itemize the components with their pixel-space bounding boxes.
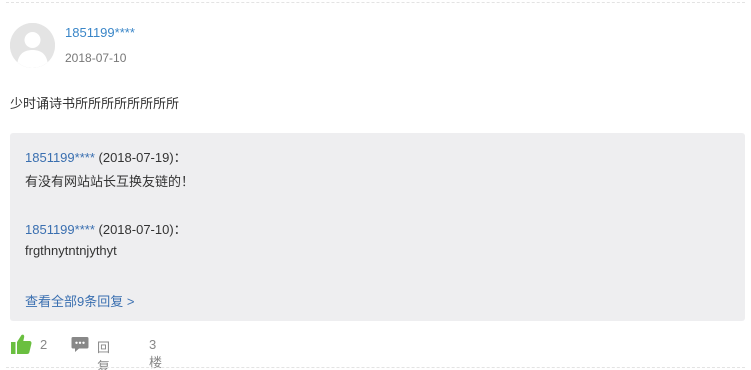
comment-card: 1851199**** 2018-07-10 少时诵诗书所所所所所所所所 185… [0,0,751,370]
comment-date: 2018-07-10 [65,51,127,65]
reply-date: (2018-07-19)： [98,150,187,165]
default-avatar-icon [10,23,55,68]
avatar[interactable] [10,23,55,68]
reply-header: 1851199**** (2018-07-10)： [25,219,187,238]
floor-number: 3楼 [149,337,163,370]
reply-text: frgthnytntnjythyt [25,243,117,258]
reply-username[interactable]: 1851199**** [25,150,95,165]
divider-top [6,2,745,3]
reply-header: 1851199**** (2018-07-19)： [25,147,187,166]
comment-bubble-icon [71,337,89,352]
reply-date: (2018-07-10)： [98,222,187,237]
thumbs-up-icon [11,334,32,354]
reply-box: 1851199**** (2018-07-19)： 有没有网站站长互换友链的！ … [10,133,745,321]
divider-bottom [6,367,745,368]
comment-username[interactable]: 1851199**** [65,25,135,40]
like-count: 2 [40,337,48,352]
comment-text: 少时诵诗书所所所所所所所所 [10,96,180,111]
reply-text: 有没有网站站长互换友链的！ [25,174,195,189]
reply-label[interactable]: 回复 [97,337,110,370]
reply-button[interactable] [71,336,89,356]
like-button[interactable] [10,333,32,358]
reply-username[interactable]: 1851199**** [25,222,95,237]
view-all-replies-link[interactable]: 查看全部9条回复 > [25,291,134,310]
